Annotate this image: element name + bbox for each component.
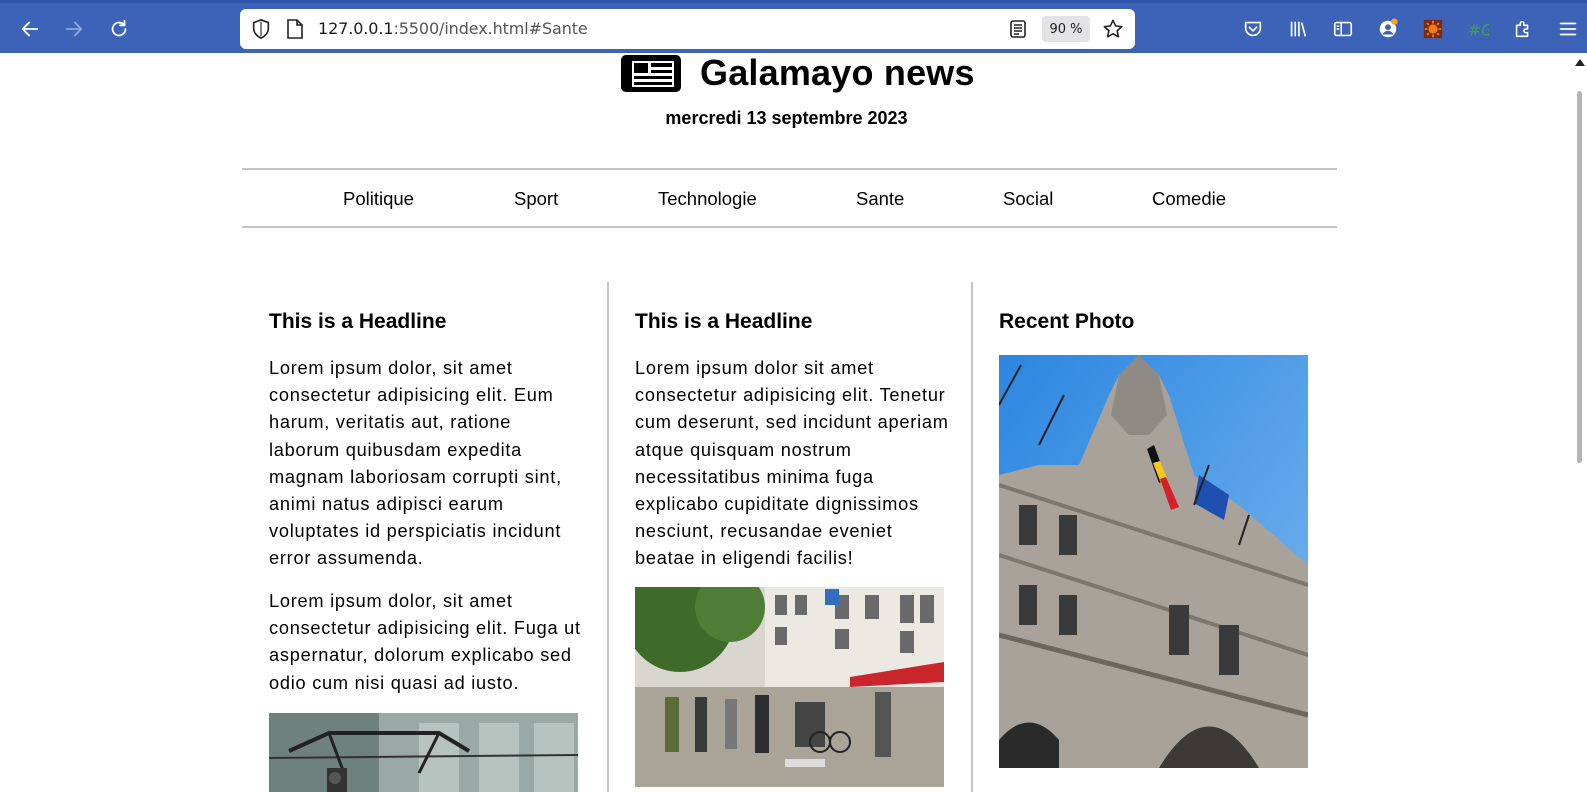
pocket-icon[interactable]: [1241, 17, 1265, 41]
shield-icon[interactable]: [250, 18, 272, 40]
url-path: :5500/index.html#Sante: [393, 19, 588, 38]
recent-photo-heading: Recent Photo: [999, 310, 1135, 333]
scroll-up-arrow-icon[interactable]: [1575, 59, 1585, 66]
arrow-right-icon: [65, 21, 83, 37]
article-paragraph: Lorem ipsum dolor, sit amet consectetur …: [269, 358, 562, 569]
nav-link-technologie[interactable]: Technologie: [658, 188, 757, 210]
browser-toolbar: 127.0.0.1:5500/index.html#Sante 90 % #G: [0, 0, 1587, 53]
library-icon[interactable]: [1286, 17, 1310, 41]
current-date: mercredi 13 septembre 2023: [665, 108, 908, 128]
url-text[interactable]: 127.0.0.1:5500/index.html#Sante: [318, 19, 588, 38]
main-navigation: Politique Sport Technologie Sante Social…: [242, 168, 1337, 228]
recent-photo-column: Recent Photo: [971, 282, 1337, 792]
vertical-scrollbar[interactable]: [1573, 53, 1587, 792]
article-headline: This is a Headline: [269, 310, 447, 333]
forward-button[interactable]: [58, 13, 90, 45]
street-musician-photo: [635, 587, 944, 787]
arrow-left-icon: [21, 21, 39, 37]
article-paragraph: Lorem ipsum dolor sit amet consectetur a…: [635, 358, 949, 569]
menu-icon[interactable]: [1556, 17, 1580, 41]
scrollbar-thumb[interactable]: [1577, 91, 1582, 463]
sidebar-icon[interactable]: [1331, 17, 1355, 41]
tram-photo: [269, 713, 578, 792]
site-header: Galamayo news: [620, 53, 975, 95]
article-headline: This is a Headline: [635, 310, 813, 333]
address-bar[interactable]: 127.0.0.1:5500/index.html#Sante 90 %: [240, 9, 1135, 49]
svg-text:#G: #G: [1468, 21, 1489, 39]
article-column-2: This is a Headline Lorem ipsum dolor sit…: [607, 282, 973, 792]
reload-icon: [111, 19, 127, 37]
extension-sun-icon[interactable]: [1421, 17, 1445, 41]
account-icon[interactable]: [1376, 17, 1400, 41]
newspaper-icon: [621, 55, 681, 92]
article-column-1: This is a Headline Lorem ipsum dolor, si…: [243, 282, 609, 792]
nav-link-sport[interactable]: Sport: [514, 188, 558, 210]
nav-link-sante[interactable]: Sante: [856, 188, 904, 210]
reader-view-icon[interactable]: [1008, 19, 1028, 39]
page-icon[interactable]: [286, 19, 304, 39]
bookmark-star-icon[interactable]: [1102, 18, 1124, 40]
zoom-indicator[interactable]: 90 %: [1042, 16, 1090, 42]
article-paragraph: Lorem ipsum dolor, sit amet consectetur …: [269, 591, 581, 693]
site-title: Galamayo news: [700, 53, 975, 93]
nav-link-comedie[interactable]: Comedie: [1152, 188, 1226, 210]
nav-link-social[interactable]: Social: [1003, 188, 1053, 210]
nav-link-politique[interactable]: Politique: [343, 188, 414, 210]
town-hall-photo: [999, 355, 1308, 768]
back-button[interactable]: [14, 13, 46, 45]
extension-hashtag-icon[interactable]: #G: [1466, 17, 1490, 41]
reload-button[interactable]: [103, 13, 135, 45]
url-host: 127.0.0.1: [318, 19, 394, 38]
web-page: Galamayo news mercredi 13 septembre 2023…: [0, 53, 1587, 792]
extensions-puzzle-icon[interactable]: [1511, 17, 1535, 41]
